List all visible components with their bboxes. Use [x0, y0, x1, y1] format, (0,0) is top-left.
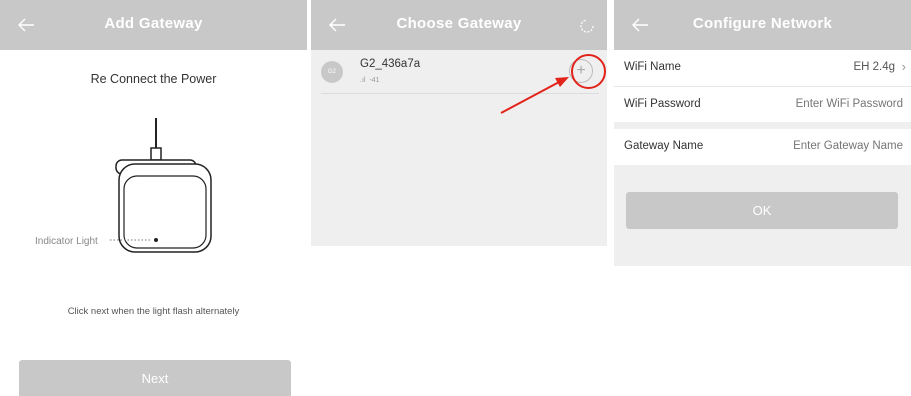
- choose-gateway-header: Choose Gateway: [311, 0, 607, 50]
- wifi-name-value: EH 2.4g: [853, 61, 895, 73]
- next-button[interactable]: Next: [19, 360, 291, 396]
- ok-button[interactable]: OK: [626, 192, 898, 229]
- annotation-arrow-icon: [500, 77, 569, 114]
- wifi-name-row[interactable]: WiFi Name EH 2.4g ›: [614, 50, 911, 86]
- configure-network-screen: Configure Network WiFi Name EH 2.4g › Wi…: [614, 0, 911, 396]
- network-form: WiFi Name EH 2.4g › WiFi Password Gatewa…: [614, 50, 911, 266]
- gateway-name-row: Gateway Name: [614, 129, 911, 165]
- indicator-light-label: Indicator Light: [35, 236, 98, 247]
- gateway-name-label: Gateway Name: [624, 140, 704, 152]
- add-gateway-header: Add Gateway: [0, 0, 307, 50]
- instruction-text: Re Connect the Power: [90, 72, 217, 86]
- hint-text: Click next when the light flash alternat…: [67, 306, 240, 317]
- refresh-icon[interactable]: [577, 16, 597, 36]
- indicator-light-dot: [154, 238, 158, 242]
- wifi-password-label: WiFi Password: [624, 98, 701, 110]
- wifi-password-row: WiFi Password: [614, 86, 911, 122]
- chevron-right-icon: ›: [901, 59, 906, 74]
- add-gateway-screen: Add Gateway Re Connect the Power Indicat…: [0, 0, 307, 396]
- gateway-name-field[interactable]: [743, 140, 903, 152]
- page-title: Configure Network: [692, 15, 833, 32]
- gateway-name: G2_436a7a: [360, 58, 421, 70]
- wifi-password-field[interactable]: [743, 98, 903, 110]
- page-title: Add Gateway: [104, 15, 203, 32]
- page-title: Choose Gateway: [396, 15, 522, 32]
- signal-value: -41: [369, 77, 380, 84]
- choose-gateway-screen: Choose Gateway G2 G2_436a7a .ıl -41 +: [311, 0, 607, 396]
- signal-bars-icon: .ıl: [360, 77, 366, 84]
- gateway-badge-icon: G2: [321, 61, 343, 83]
- wifi-name-label: WiFi Name: [624, 61, 681, 73]
- signal-strength: .ıl -41: [360, 77, 379, 84]
- configure-network-header: Configure Network: [614, 0, 911, 50]
